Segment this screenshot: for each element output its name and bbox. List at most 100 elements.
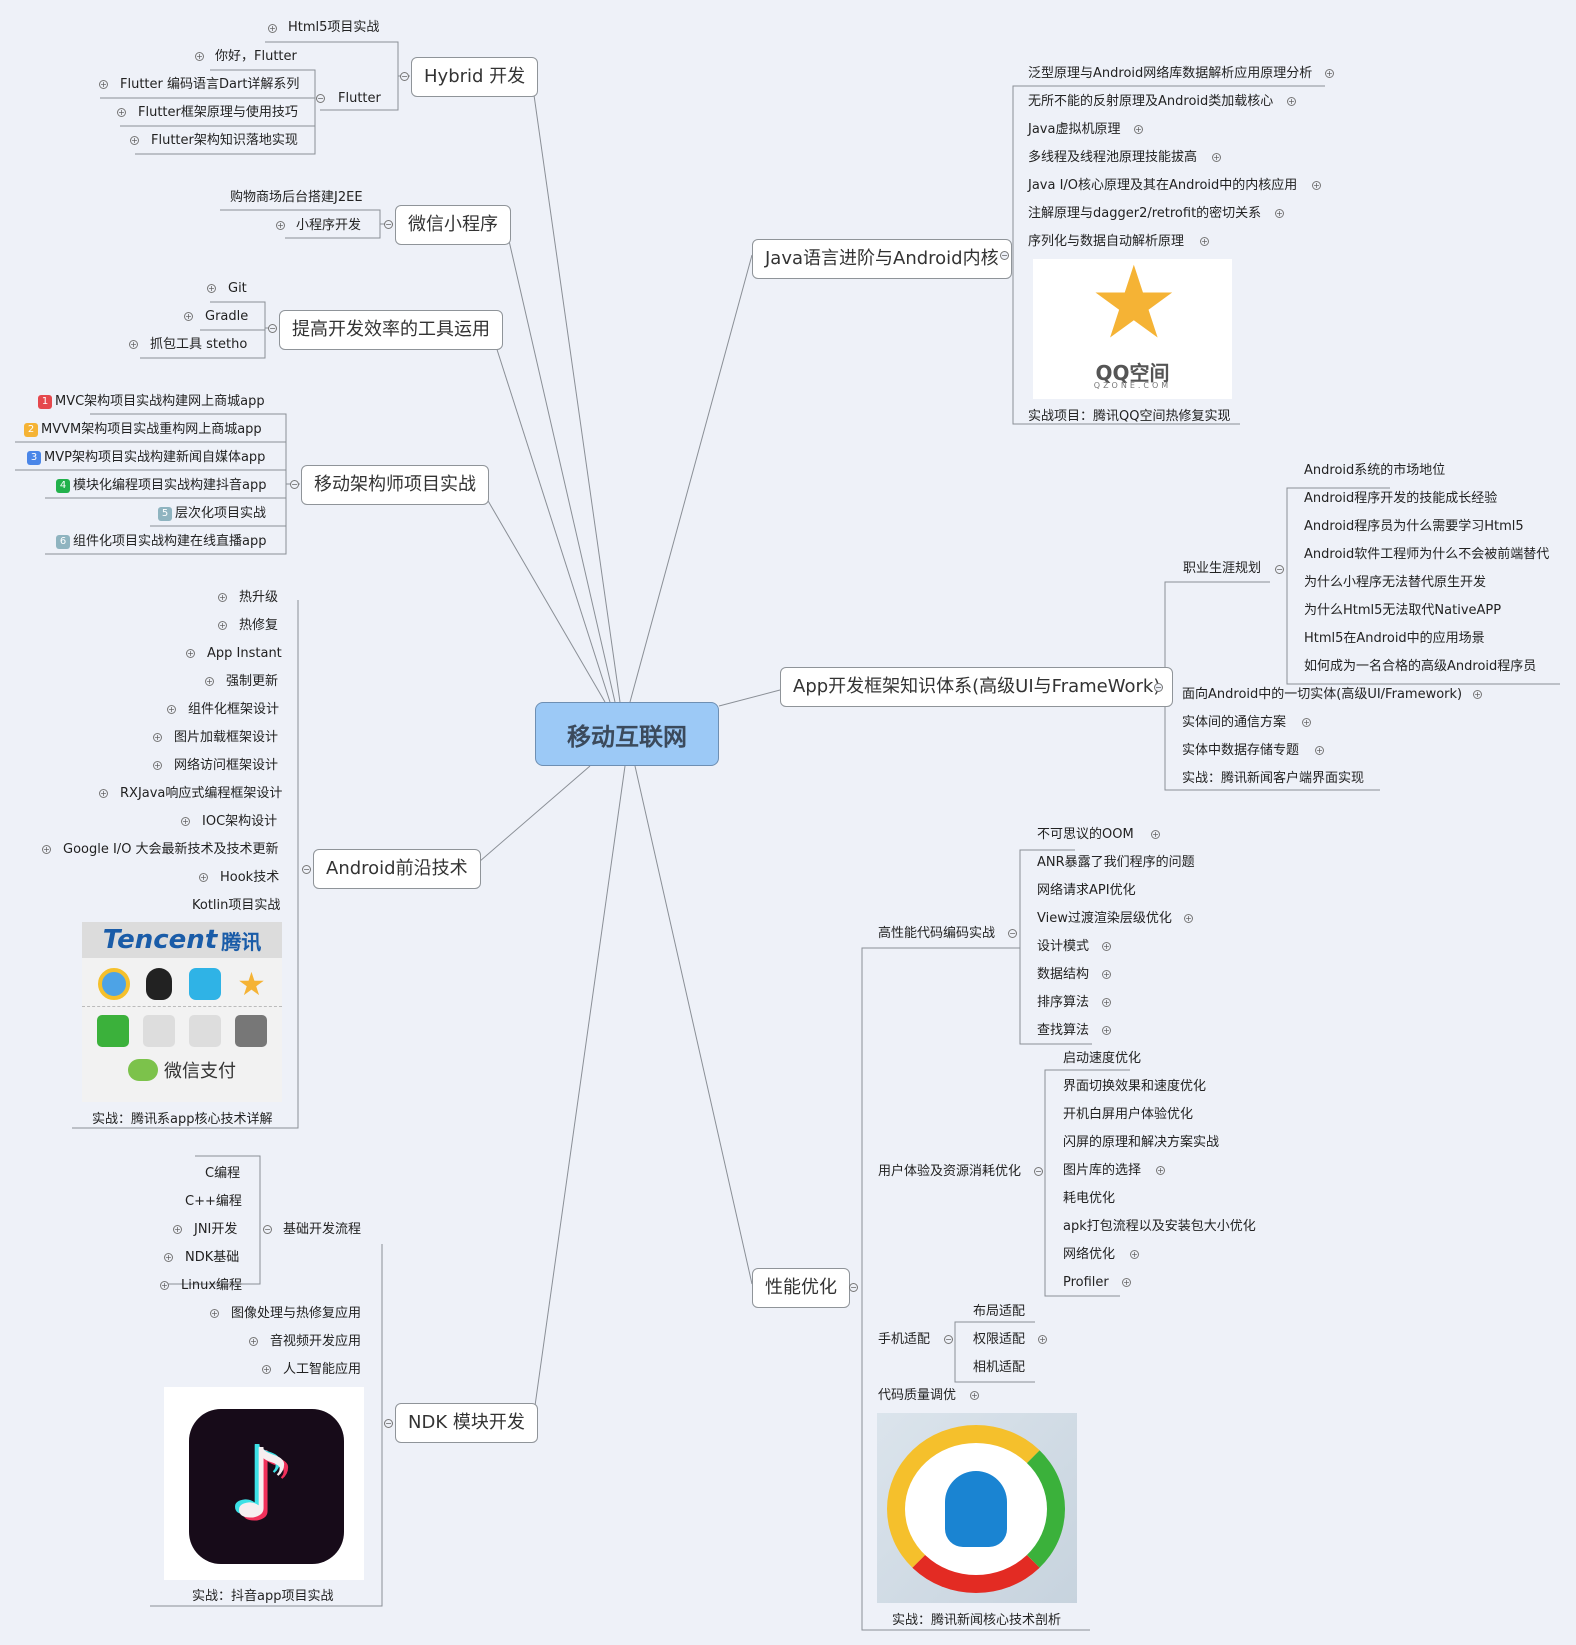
expand-icon[interactable]: + bbox=[1156, 1166, 1165, 1175]
node-perf-phone[interactable]: 手机适配 bbox=[878, 1331, 930, 1349]
node-career-item[interactable]: Html5在Android中的应用场景 bbox=[1304, 630, 1485, 648]
collapse-icon[interactable]: − bbox=[384, 220, 393, 229]
topic-wechat-miniprogram[interactable]: 微信小程序 bbox=[395, 205, 511, 245]
expand-icon[interactable]: + bbox=[181, 817, 190, 826]
node-flutter-item[interactable]: Flutter框架原理与使用技巧 bbox=[138, 104, 298, 122]
expand-icon[interactable]: + bbox=[1102, 1026, 1111, 1035]
expand-icon[interactable]: + bbox=[1312, 181, 1321, 190]
expand-icon[interactable]: + bbox=[218, 621, 227, 630]
node-career-item[interactable]: Android软件工程师为什么不会被前端替代 bbox=[1304, 546, 1549, 564]
expand-icon[interactable]: + bbox=[268, 24, 277, 33]
node-frontier-item[interactable]: 组件化框架设计 bbox=[188, 701, 279, 719]
expand-icon[interactable]: + bbox=[1038, 1335, 1047, 1344]
expand-icon[interactable]: + bbox=[1287, 97, 1296, 106]
node-framework-item[interactable]: 实体间的通信方案 bbox=[1182, 714, 1286, 732]
node-career-planning[interactable]: 职业生涯规划 bbox=[1183, 560, 1261, 578]
node-code-item[interactable]: 网络请求API优化 bbox=[1037, 882, 1136, 900]
expand-icon[interactable]: + bbox=[173, 1225, 182, 1234]
expand-icon[interactable]: + bbox=[1275, 209, 1284, 218]
expand-icon[interactable]: + bbox=[164, 1253, 173, 1262]
expand-icon[interactable]: + bbox=[276, 221, 285, 230]
node-tool[interactable]: Gradle bbox=[205, 308, 248, 326]
node-phone-item[interactable]: 相机适配 bbox=[973, 1359, 1025, 1377]
node-code-item[interactable]: 数据结构 bbox=[1037, 966, 1089, 984]
node-code-item[interactable]: View过渡渲染层级优化 bbox=[1037, 910, 1172, 928]
topic-performance[interactable]: 性能优化 bbox=[752, 1268, 850, 1308]
topic-hybrid[interactable]: Hybrid 开发 bbox=[411, 57, 539, 97]
expand-icon[interactable]: + bbox=[1102, 942, 1111, 951]
collapse-icon[interactable]: − bbox=[1000, 251, 1009, 260]
node-arch-project[interactable]: 2 MVVM架构项目实战重构网上商城app bbox=[24, 421, 262, 439]
node-flutter[interactable]: Flutter bbox=[338, 90, 381, 108]
node-ndk-item[interactable]: 图像处理与热修复应用 bbox=[231, 1305, 361, 1323]
expand-icon[interactable]: + bbox=[129, 340, 138, 349]
expand-icon[interactable]: + bbox=[210, 1309, 219, 1318]
expand-icon[interactable]: + bbox=[1151, 830, 1160, 839]
expand-icon[interactable]: + bbox=[1315, 746, 1324, 755]
node-html5[interactable]: Html5项目实战 bbox=[288, 19, 379, 37]
node-framework-item[interactable]: 实体中数据存储专题 bbox=[1182, 742, 1299, 760]
topic-app-framework[interactable]: App开发框架知识体系(高级UI与FrameWork) bbox=[780, 667, 1174, 707]
expand-icon[interactable]: + bbox=[1212, 153, 1221, 162]
node-ux-item[interactable]: 界面切换效果和速度优化 bbox=[1063, 1078, 1206, 1096]
expand-icon[interactable]: + bbox=[117, 108, 126, 117]
expand-icon[interactable]: + bbox=[99, 80, 108, 89]
node-career-item[interactable]: 如何成为一名合格的高级Android程序员 bbox=[1304, 658, 1536, 676]
node-perf-ux[interactable]: 用户体验及资源消耗优化 bbox=[878, 1163, 1021, 1181]
node-java-item[interactable]: 注解原理与dagger2/retrofit的密切关系 bbox=[1028, 205, 1261, 223]
node-flutter-item[interactable]: 你好，Flutter bbox=[215, 48, 297, 66]
collapse-icon[interactable]: − bbox=[1275, 565, 1284, 574]
expand-icon[interactable]: + bbox=[186, 649, 195, 658]
node-arch-project[interactable]: 4 模块化编程项目实战构建抖音app bbox=[56, 477, 266, 495]
expand-icon[interactable]: + bbox=[1325, 69, 1334, 78]
node-ux-item[interactable]: apk打包流程以及安装包大小优化 bbox=[1063, 1218, 1256, 1236]
node-java-item[interactable]: Java I/O核心原理及其在Android中的内核应用 bbox=[1028, 177, 1297, 195]
expand-icon[interactable]: + bbox=[160, 1281, 169, 1290]
node-wechat-item[interactable]: 小程序开发 bbox=[296, 217, 361, 235]
node-frontier-item[interactable]: Google I/O 大会最新技术及技术更新 bbox=[63, 841, 279, 859]
node-framework-item[interactable]: 面向Android中的一切实体(高级UI/Framework) bbox=[1182, 686, 1462, 704]
node-arch-project[interactable]: 5 层次化项目实战 bbox=[158, 505, 266, 523]
collapse-icon[interactable]: − bbox=[1154, 683, 1163, 692]
node-career-item[interactable]: Android系统的市场地位 bbox=[1304, 462, 1445, 480]
topic-ndk[interactable]: NDK 模块开发 bbox=[395, 1403, 538, 1443]
node-flutter-item[interactable]: Flutter 编码语言Dart详解系列 bbox=[120, 76, 299, 94]
node-career-item[interactable]: 为什么小程序无法替代原生开发 bbox=[1304, 574, 1486, 592]
expand-icon[interactable]: + bbox=[130, 136, 139, 145]
expand-icon[interactable]: + bbox=[249, 1337, 258, 1346]
node-frontier-item[interactable]: 强制更新 bbox=[226, 673, 278, 691]
node-ndk-basic-item[interactable]: JNI开发 bbox=[194, 1221, 237, 1239]
node-ux-item[interactable]: 耗电优化 bbox=[1063, 1190, 1115, 1208]
node-ndk-basic-item[interactable]: Linux编程 bbox=[181, 1277, 242, 1295]
node-wechat-item[interactable]: 购物商场后台搭建J2EE bbox=[230, 189, 363, 207]
collapse-icon[interactable]: − bbox=[849, 1283, 858, 1292]
node-ndk-basic-item[interactable]: C++编程 bbox=[185, 1193, 242, 1211]
node-code-item[interactable]: 查找算法 bbox=[1037, 1022, 1089, 1040]
expand-icon[interactable]: + bbox=[1302, 718, 1311, 727]
collapse-icon[interactable]: − bbox=[302, 865, 311, 874]
node-java-item[interactable]: 多线程及线程池原理技能拔高 bbox=[1028, 149, 1197, 167]
node-career-item[interactable]: Android程序员为什么需要学习Html5 bbox=[1304, 518, 1524, 536]
node-frontier-item[interactable]: 图片加载框架设计 bbox=[174, 729, 278, 747]
expand-icon[interactable]: + bbox=[167, 705, 176, 714]
expand-icon[interactable]: + bbox=[1473, 690, 1482, 699]
expand-icon[interactable]: + bbox=[1184, 914, 1193, 923]
node-arch-project[interactable]: 6 组件化项目实战构建在线直播app bbox=[56, 533, 266, 551]
node-ndk-basic-item[interactable]: NDK基础 bbox=[185, 1249, 239, 1267]
node-tool[interactable]: 抓包工具 stetho bbox=[150, 336, 247, 354]
node-tool[interactable]: Git bbox=[228, 280, 247, 298]
topic-dev-tools[interactable]: 提高开发效率的工具运用 bbox=[279, 310, 503, 350]
central-topic[interactable]: 移动互联网 bbox=[535, 702, 719, 766]
node-frontier-item[interactable]: IOC架构设计 bbox=[202, 813, 277, 831]
expand-icon[interactable]: + bbox=[153, 733, 162, 742]
collapse-icon[interactable]: − bbox=[1034, 1167, 1043, 1176]
node-java-item[interactable]: 泛型原理与Android网络库数据解析应用原理分析 bbox=[1028, 65, 1312, 83]
node-framework-item[interactable]: 实战：腾讯新闻客户端界面实现 bbox=[1182, 770, 1364, 788]
node-ndk-basic[interactable]: 基础开发流程 bbox=[283, 1221, 361, 1239]
node-arch-project[interactable]: 3 MVP架构项目实战构建新闻自媒体app bbox=[27, 449, 265, 467]
expand-icon[interactable]: + bbox=[1102, 998, 1111, 1007]
expand-icon[interactable]: + bbox=[1102, 970, 1111, 979]
node-career-item[interactable]: 为什么Html5无法取代NativeAPP bbox=[1304, 602, 1501, 620]
expand-icon[interactable]: + bbox=[42, 845, 51, 854]
node-ndk-item[interactable]: 人工智能应用 bbox=[283, 1361, 361, 1379]
